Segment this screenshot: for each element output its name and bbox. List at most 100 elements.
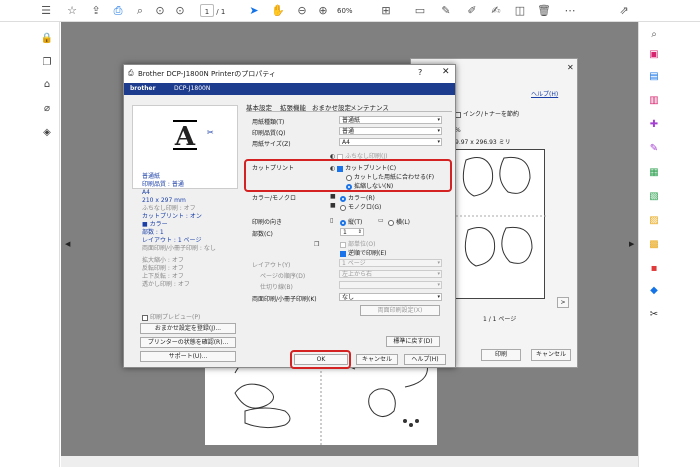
quality-select[interactable]: 普通 ▾	[339, 127, 442, 135]
bg-page-counter: 1 / 1 ページ	[483, 316, 517, 323]
edit-pdf-icon[interactable]: ✚	[647, 118, 661, 132]
sticky-note-icon[interactable]: ✎	[438, 3, 454, 19]
tab-divider	[246, 111, 452, 112]
collate-icon: ❐	[314, 241, 320, 248]
zoom-out-icon[interactable]: ⊖	[294, 3, 310, 19]
left-sidebar: 🔒 ❐ ⌂ ⌀ ◈	[0, 22, 60, 467]
chevron-down-icon: ▾	[437, 271, 440, 277]
more-icon[interactable]: ⋯	[562, 3, 578, 19]
pages-icon[interactable]: ❐	[40, 56, 54, 70]
combine-icon[interactable]: ▥	[647, 94, 661, 108]
printer-status-button[interactable]: プリンターの状態を確認(R)...	[140, 337, 236, 348]
print-preview-check[interactable]: 印刷プレビュー(P)	[142, 312, 200, 321]
menu-icon[interactable]: ☰	[38, 3, 54, 19]
export-pdf-icon[interactable]: ▣	[647, 48, 661, 62]
highlight-icon[interactable]: ✐	[464, 3, 480, 19]
organize-icon[interactable]: ▦	[647, 166, 661, 180]
reverse-order-check[interactable]: 逆順で印刷(E)	[340, 248, 386, 257]
color-swatch-icon: ■	[142, 221, 148, 228]
ok-highlight	[290, 350, 351, 369]
color-radio[interactable]: カラー(R)	[340, 193, 375, 202]
send-icon[interactable]: ▩	[647, 238, 661, 252]
chevron-down-icon: ▾	[437, 117, 440, 123]
scan-icon[interactable]: ▧	[647, 190, 661, 204]
sign-icon[interactable]: ✍	[488, 3, 504, 19]
ink-saving-check[interactable]: インク/トナーを節約	[455, 109, 519, 118]
chevron-down-icon: ▾	[437, 282, 440, 288]
bookmark-icon[interactable]: ⌂	[40, 78, 54, 92]
bg-close-icon[interactable]: ✕	[567, 63, 574, 72]
zoom-search-icon[interactable]: ⌕	[647, 28, 661, 42]
duplex-settings-button[interactable]: 両面印刷設定(X)	[360, 305, 440, 316]
restore-defaults-button[interactable]: 標準に戻す(D)	[386, 336, 440, 347]
help-button[interactable]: ヘルプ(H)	[404, 354, 446, 365]
paper-type-label: 用紙種類(T)	[252, 119, 285, 126]
right-tools-sidebar: ⌕ ▣ ▤ ▥ ✚ ✎ ▦ ▧ ▨ ▩ ▪ ◆ ✂	[638, 22, 700, 467]
color-mono-label: カラー/モノクロ	[252, 195, 297, 202]
layout-label: レイアウト(Y)	[252, 262, 291, 269]
print-preview-area	[455, 149, 546, 299]
upload-icon[interactable]: ⇪	[88, 3, 104, 19]
next-page-icon[interactable]: ⊙	[172, 3, 188, 19]
print-icon[interactable]: ⎙	[110, 3, 126, 19]
paper-type-select[interactable]: 普通紙 ▾	[339, 116, 442, 124]
printer-icon: ⎙	[128, 69, 134, 77]
attachment-icon[interactable]: ⌀	[40, 102, 54, 116]
landscape-radio[interactable]: 横(L)	[388, 217, 410, 226]
fit-page-icon[interactable]: ⊞	[378, 3, 394, 19]
preview-letter: A	[173, 120, 197, 152]
collapse-left-icon[interactable]: ◀	[65, 240, 70, 248]
mono-radio[interactable]: モノクロ(G)	[340, 202, 381, 211]
support-button[interactable]: サポート(U)...	[140, 351, 236, 362]
help-question-icon[interactable]: ?	[418, 68, 422, 77]
paper-size-label: 用紙サイズ(Z)	[252, 141, 291, 148]
bg-cancel-button[interactable]: キャンセル	[531, 349, 571, 361]
paper-size-select[interactable]: A4 ▾	[339, 138, 442, 146]
border-line-select[interactable]: ▾	[339, 281, 442, 289]
settings-summary: 普通紙 印刷品質 : 普通 A4 210 x 297 mm ふちなし印刷 : オ…	[142, 173, 216, 289]
close-icon[interactable]: ✕	[442, 67, 450, 77]
lock-icon[interactable]: 🔒	[40, 32, 54, 46]
star-icon[interactable]: ☆	[64, 3, 80, 19]
prev-page-icon[interactable]: ⊙	[152, 3, 168, 19]
summary-watermark: 透かし印刷 : オフ	[142, 281, 190, 288]
chevron-down-icon: ▾	[437, 260, 440, 266]
color-icon: ■	[330, 193, 336, 200]
search-icon[interactable]: ⌕	[132, 3, 148, 19]
page-number-input[interactable]: 1	[200, 4, 214, 17]
copies-stepper[interactable]: 1 ⇕	[340, 228, 364, 236]
cancel-button[interactable]: キャンセル	[356, 354, 398, 365]
protect-icon[interactable]: ▪	[647, 262, 661, 276]
bg-help-link[interactable]: ヘルプ(H)	[531, 89, 558, 98]
layers-icon[interactable]: ◈	[40, 126, 54, 140]
duplex-select[interactable]: なし ▾	[339, 293, 442, 301]
summary-paper-type: 普通紙	[142, 173, 161, 180]
share-icon[interactable]: ⇗	[616, 3, 632, 19]
bg-print-button[interactable]: 印刷	[481, 349, 521, 361]
comment-icon[interactable]: ▭	[412, 3, 428, 19]
stamp-icon[interactable]: ◫	[512, 3, 528, 19]
register-preset-button[interactable]: おまかせ設定を登録(J)...	[140, 323, 236, 334]
more-tools-icon[interactable]: ✂	[647, 308, 661, 322]
hand-icon[interactable]: ✋	[270, 3, 286, 19]
comment-tool-icon[interactable]: ✎	[647, 142, 661, 156]
summary-color: カラー	[149, 221, 168, 228]
trash-icon[interactable]: 🗑	[536, 3, 552, 19]
create-pdf-icon[interactable]: ▤	[647, 70, 661, 84]
zoom-in-icon[interactable]: ⊕	[315, 3, 331, 19]
brand-logo: brother	[130, 85, 156, 92]
layout-select[interactable]: 1 ページ ▾	[339, 259, 442, 267]
portrait-radio[interactable]: 縦(T)	[340, 217, 362, 226]
model-name: DCP-J1800N	[174, 85, 211, 92]
page-total: / 1	[216, 8, 226, 16]
zoom-level[interactable]: 60%	[337, 4, 367, 18]
page-order-select[interactable]: 左上から右 ▾	[339, 270, 442, 278]
select-cursor-icon[interactable]: ➤	[246, 3, 262, 19]
shield-icon[interactable]: ◆	[647, 284, 661, 298]
summary-upside: 上下反転 : オフ	[142, 273, 184, 280]
chevron-down-icon: ▾	[437, 294, 440, 300]
fill-sign-icon[interactable]: ▨	[647, 214, 661, 228]
collapse-right-icon[interactable]: ▶	[629, 240, 634, 248]
bg-next-button[interactable]: >	[557, 297, 569, 308]
collate-check[interactable]: 部単位(O)	[340, 239, 375, 248]
